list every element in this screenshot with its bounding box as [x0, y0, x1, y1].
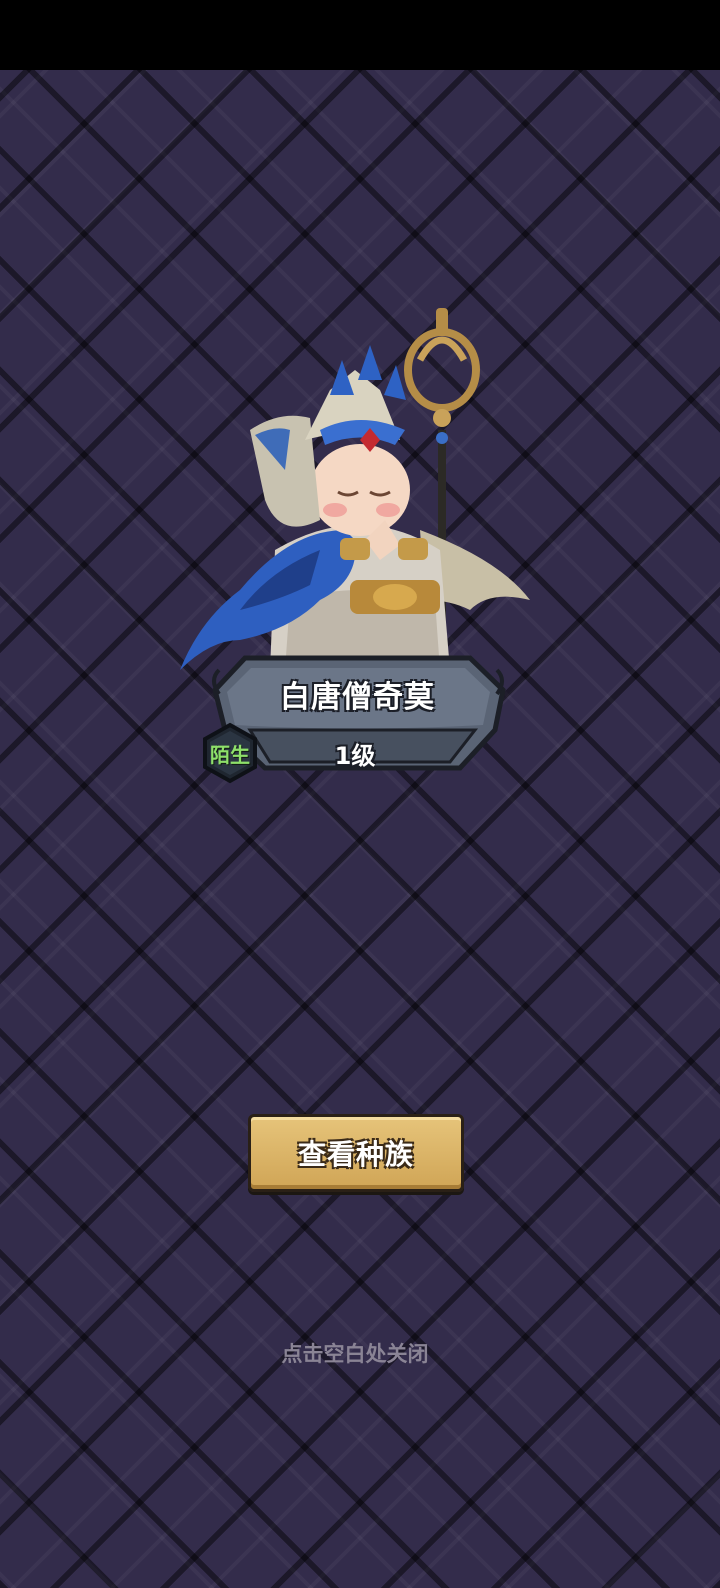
- relationship-status: 陌生: [210, 743, 250, 767]
- hero-name: 白唐僧奇莫: [280, 680, 435, 715]
- relationship-badge: 陌生: [199, 722, 261, 784]
- status-bar: [0, 0, 720, 70]
- hero-portrait: [170, 300, 550, 680]
- close-hint: 点击空白处关闭: [281, 1342, 429, 1366]
- hero-level: 1级: [334, 742, 376, 770]
- monk-hero-icon: [180, 308, 530, 670]
- view-race-button[interactable]: 查看种族: [248, 1114, 464, 1192]
- hero-nameplate: 白唐僧奇莫 1级 陌生: [203, 650, 510, 785]
